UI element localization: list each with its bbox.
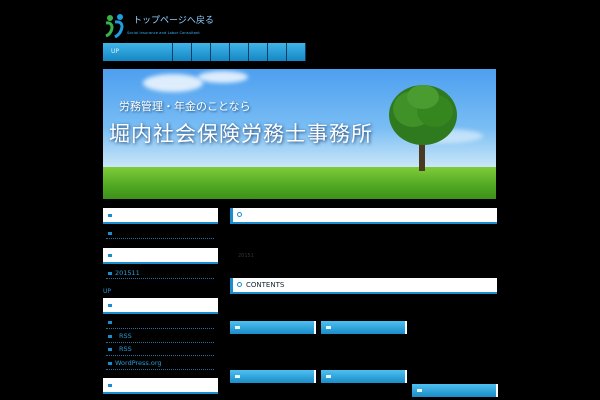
post-heading[interactable] [230, 208, 497, 224]
sidebar-up-link[interactable]: UP [103, 288, 111, 295]
nav-item-8[interactable] [287, 43, 306, 61]
content-tile[interactable] [412, 384, 498, 397]
contents-title: CONTENTS [246, 281, 285, 289]
archive-link[interactable]: 201511 [115, 269, 140, 277]
nav-item-up[interactable]: UP [103, 43, 173, 61]
content-tile[interactable] [230, 370, 316, 383]
sidebar-heading-4 [103, 378, 218, 394]
content-tile[interactable] [321, 370, 407, 383]
sidebar-heading-2 [103, 248, 218, 264]
nav-item-7[interactable] [268, 43, 287, 61]
bullet-icon [108, 272, 112, 275]
header-banner: 労務管理・年金のことなら 堀内社会保険労務士事務所 [103, 69, 496, 199]
nav-item-4[interactable] [211, 43, 230, 61]
bullet-icon [108, 348, 112, 351]
bullet-icon [108, 362, 112, 365]
nav-item-3[interactable] [192, 43, 211, 61]
sidebar-heading-3 [103, 298, 218, 314]
divider [106, 369, 214, 370]
logo-icon[interactable] [104, 14, 126, 39]
content-tile[interactable] [321, 321, 407, 334]
circle-arrow-icon [237, 282, 242, 287]
divider [106, 278, 214, 279]
divider [106, 355, 214, 356]
tree-image [389, 85, 457, 171]
divider [106, 238, 214, 239]
nav-item-2[interactable] [173, 43, 192, 61]
wordpress-link[interactable]: WordPress.org [115, 359, 162, 367]
main-nav: UP [103, 43, 325, 61]
nav-item-6[interactable] [249, 43, 268, 61]
logo-subtitle: Social Insurance and Labor Consultant [127, 31, 200, 35]
rss-link-1[interactable]: RSS [119, 332, 132, 340]
divider [106, 328, 214, 329]
content-tile[interactable] [230, 321, 316, 334]
banner-tagline: 労務管理・年金のことなら [119, 100, 251, 113]
circle-arrow-icon [237, 212, 242, 217]
home-link[interactable]: トップページへ戻る [133, 13, 214, 26]
sidebar-heading-1 [103, 208, 218, 224]
bullet-icon [108, 321, 112, 324]
rss-link-2[interactable]: RSS [119, 345, 132, 353]
bullet-icon [108, 335, 112, 338]
nav-item-5[interactable] [230, 43, 249, 61]
banner-office-name: 堀内社会保険労務士事務所 [109, 122, 373, 146]
divider [106, 342, 214, 343]
contents-heading: CONTENTS [230, 278, 497, 294]
bullet-icon [108, 232, 112, 235]
post-date: 20151 [238, 253, 254, 259]
